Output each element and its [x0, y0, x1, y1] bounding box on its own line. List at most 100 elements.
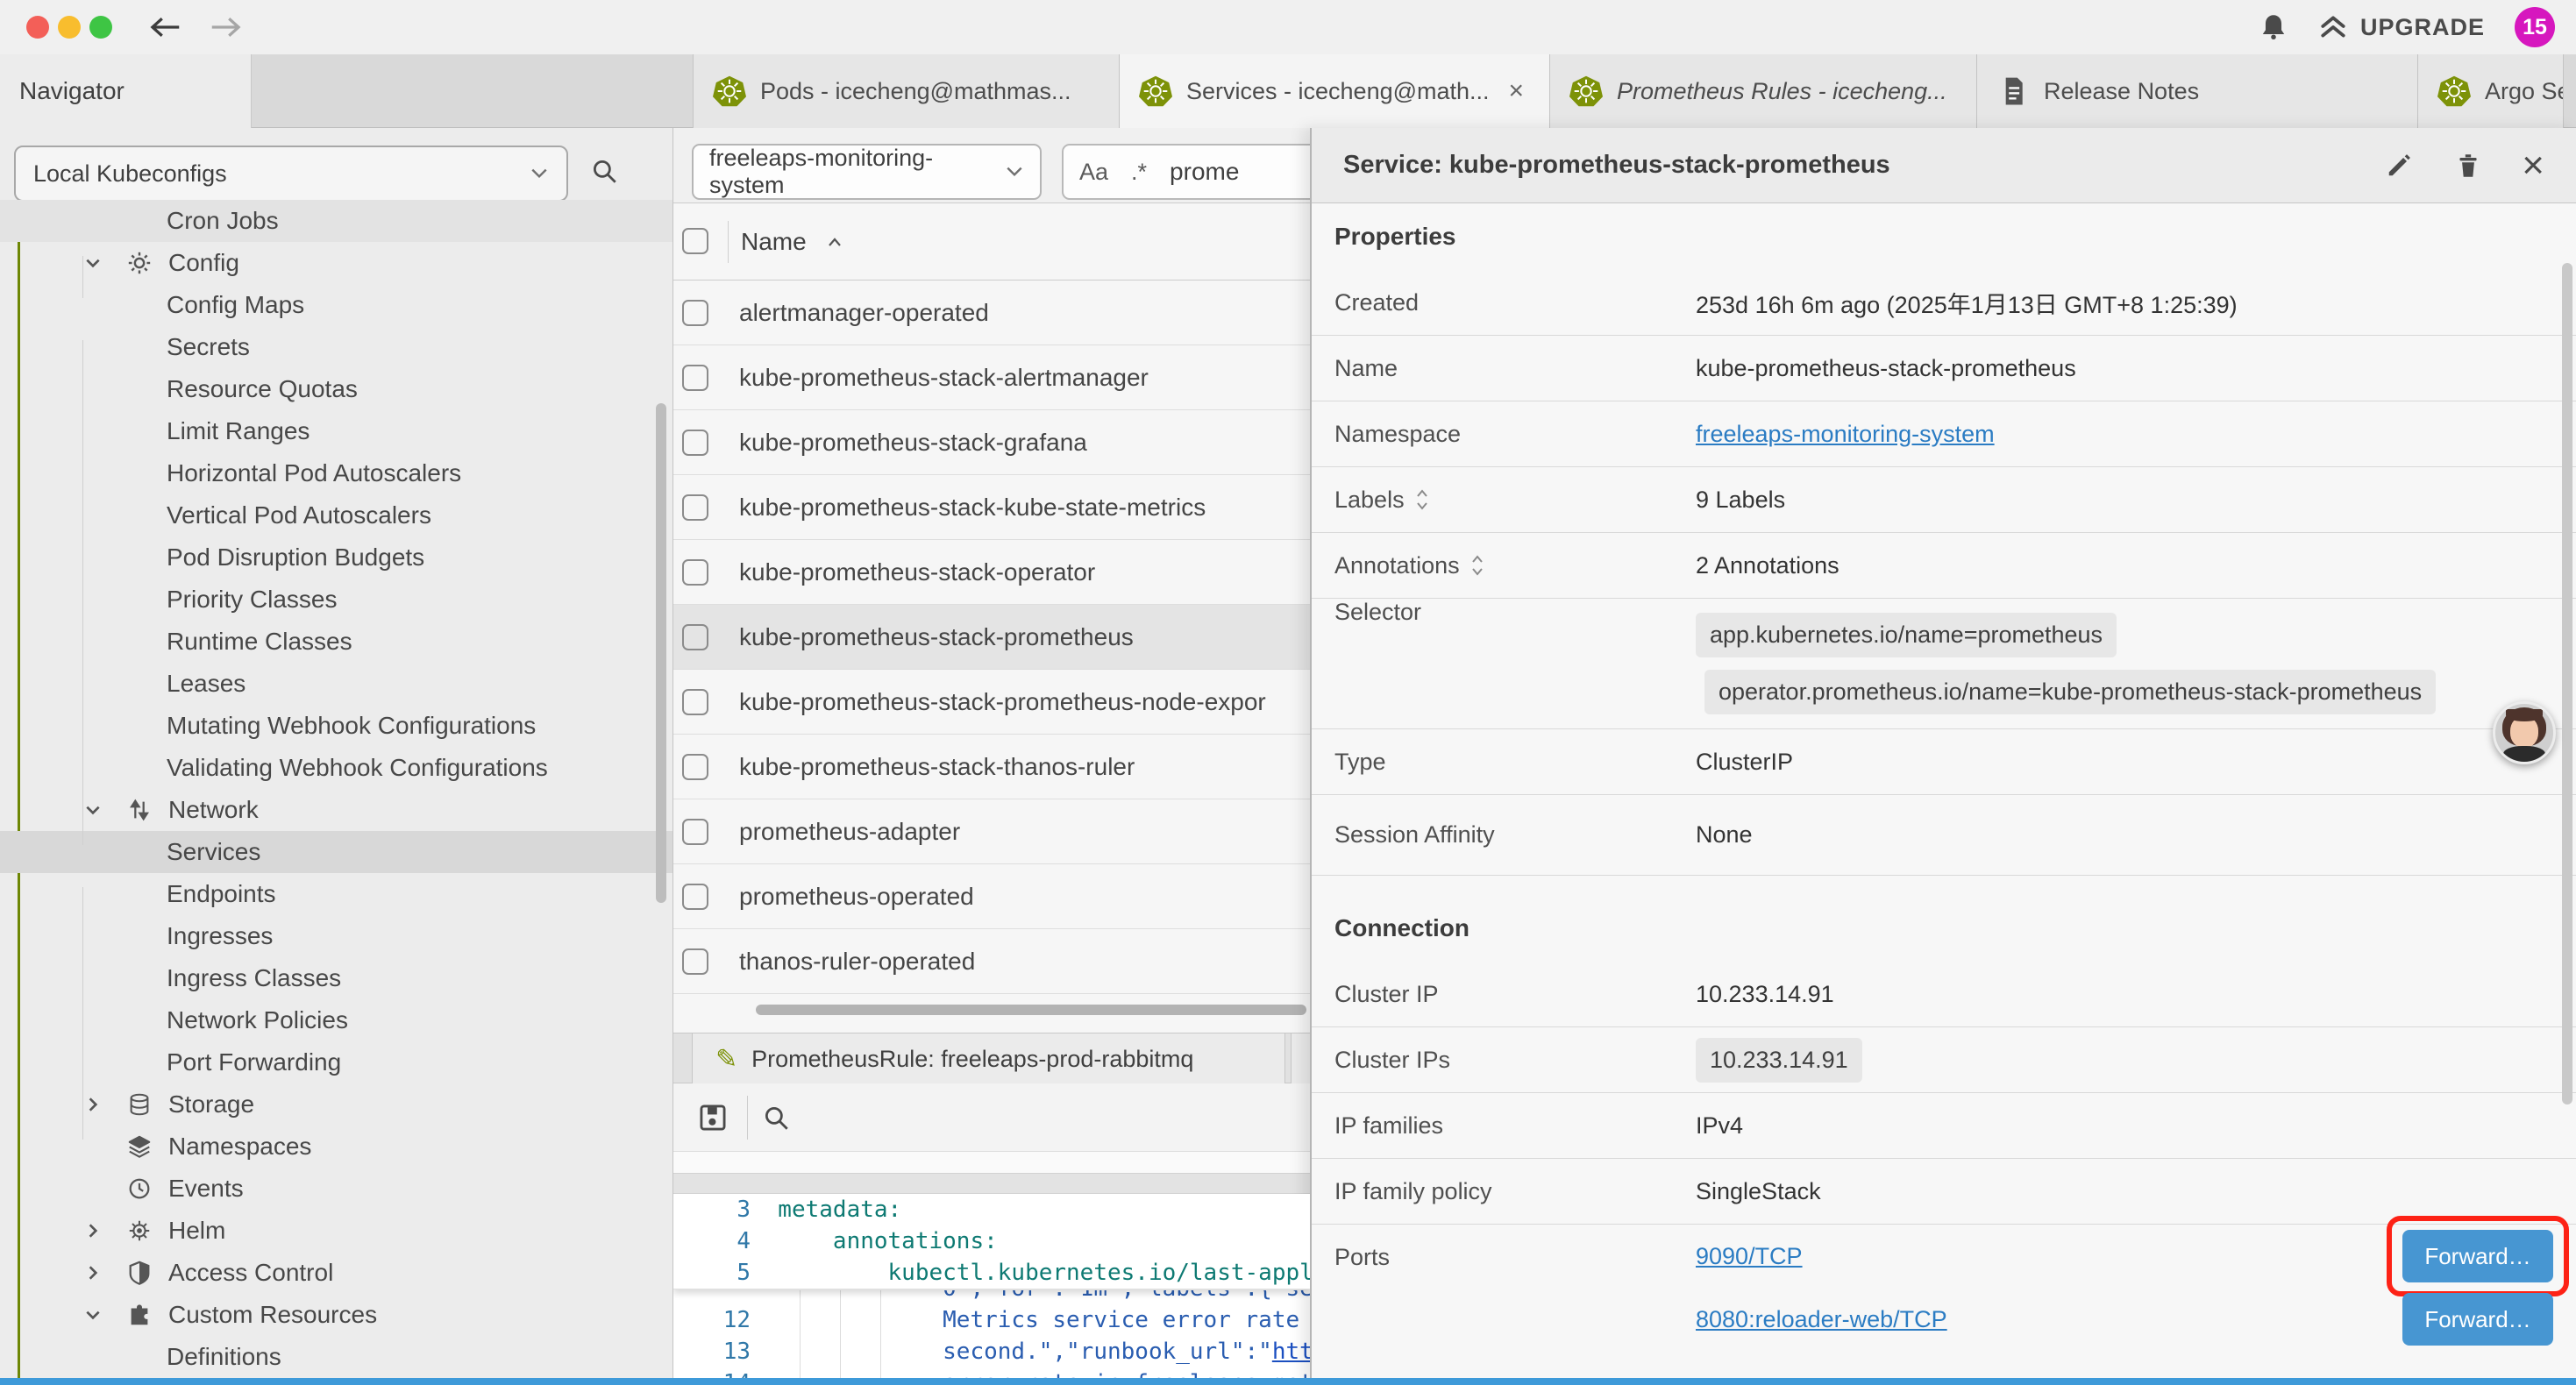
sidebar-item-storage[interactable]: Storage	[0, 1083, 673, 1126]
editor-search-icon[interactable]	[761, 1103, 791, 1133]
chevron-right-icon[interactable]	[84, 1222, 126, 1239]
close-icon[interactable]: ×	[2522, 146, 2544, 185]
row-checkbox[interactable]	[682, 430, 708, 456]
sidebar-item-endpoints[interactable]: Endpoints	[0, 873, 673, 915]
edit-pencil-icon[interactable]	[2383, 150, 2415, 181]
sidebar-item-ingress-classes[interactable]: Ingress Classes	[0, 957, 673, 999]
row-checkbox[interactable]	[682, 884, 708, 910]
forward-button[interactable]: Forward…	[2402, 1293, 2553, 1346]
traffic-light-close-icon[interactable]	[26, 16, 49, 39]
sidebar-item-secrets[interactable]: Secrets	[0, 326, 673, 368]
chevron-down-icon[interactable]	[84, 1306, 126, 1324]
user-avatar[interactable]	[2493, 701, 2556, 764]
table-row[interactable]: kube-prometheus-stack-prometheus-node-ex…	[673, 670, 1310, 735]
sidebar-item-config[interactable]: Config	[0, 242, 673, 284]
sidebar-item-mutating-webhook-configurations[interactable]: Mutating Webhook Configurations	[0, 705, 673, 747]
tab-argo-se[interactable]: Argo Se	[2418, 54, 2564, 128]
search-input[interactable]: Aa .* prome	[1062, 144, 1310, 200]
sidebar-search-icon[interactable]	[589, 156, 619, 186]
namespace-link[interactable]: freeleaps-monitoring-system	[1696, 421, 1995, 448]
row-checkbox[interactable]	[682, 819, 708, 845]
tab-services-icecheng-math[interactable]: Services - icecheng@math...×	[1120, 54, 1550, 128]
horizontal-scrollbar[interactable]	[756, 1005, 1306, 1015]
tab-pods-icecheng-mathmas[interactable]: Pods - icecheng@mathmas...	[693, 54, 1120, 128]
sidebar-item-network[interactable]: Network	[0, 789, 673, 831]
sidebar-item-leases[interactable]: Leases	[0, 663, 673, 705]
sidebar-item-custom-resources[interactable]: Custom Resources	[0, 1294, 673, 1336]
sidebar-scrollbar[interactable]	[656, 403, 666, 903]
sidebar-item-pod-disruption-budgets[interactable]: Pod Disruption Budgets	[0, 536, 673, 579]
sidebar-item-validating-webhook-configurations[interactable]: Validating Webhook Configurations	[0, 747, 673, 789]
row-checkbox[interactable]	[682, 365, 708, 391]
namespace-select[interactable]: freeleaps-monitoring-system	[692, 144, 1042, 200]
sidebar-item-namespaces[interactable]: Namespaces	[0, 1126, 673, 1168]
sidebar-item-config-maps[interactable]: Config Maps	[0, 284, 673, 326]
delete-trash-icon[interactable]	[2453, 151, 2483, 181]
table-row[interactable]: prometheus-adapter	[673, 799, 1310, 864]
notification-count-badge[interactable]: 15	[2515, 7, 2555, 47]
row-checkbox[interactable]	[682, 948, 708, 975]
sidebar-item-events[interactable]: Events	[0, 1168, 673, 1210]
dock-tab-prometheusrule[interactable]: ✎ PrometheusRule: freeleaps-prod-rabbitm…	[692, 1033, 1285, 1084]
sidebar-item-resource-quotas[interactable]: Resource Quotas	[0, 368, 673, 410]
row-checkbox[interactable]	[682, 300, 708, 326]
table-row[interactable]: kube-prometheus-stack-alertmanager	[673, 345, 1310, 410]
match-case-toggle[interactable]: Aa	[1079, 159, 1108, 186]
tab-prometheus-rules-icecheng[interactable]: Prometheus Rules - icecheng...	[1550, 54, 1977, 128]
tab-release-notes[interactable]: Release Notes	[1977, 54, 2418, 128]
navigator-panel-tab[interactable]: Navigator	[0, 54, 252, 128]
dock-tab-next[interactable]: ✎	[1291, 1033, 1310, 1084]
chevron-right-icon[interactable]	[84, 1096, 126, 1113]
sidebar-item-cron-jobs[interactable]: Cron Jobs	[0, 200, 673, 242]
regex-toggle[interactable]: .*	[1131, 159, 1147, 186]
sort-toggle-icon[interactable]	[1415, 488, 1429, 511]
code-link[interactable]: https://net	[1272, 1339, 1310, 1365]
sidebar-item-ingresses[interactable]: Ingresses	[0, 915, 673, 957]
sidebar-item-runtime-classes[interactable]: Runtime Classes	[0, 621, 673, 663]
table-row[interactable]: kube-prometheus-stack-prometheus	[673, 605, 1310, 670]
table-row[interactable]: prometheus-operated	[673, 864, 1310, 929]
detail-label: Annotations	[1334, 552, 1696, 579]
save-icon[interactable]	[696, 1101, 729, 1134]
name-column-header[interactable]: Name	[741, 203, 843, 281]
row-checkbox[interactable]	[682, 754, 708, 780]
table-row[interactable]: kube-prometheus-stack-thanos-ruler	[673, 735, 1310, 799]
sidebar-item-services[interactable]: Services	[0, 831, 673, 873]
traffic-light-minimize-icon[interactable]	[58, 16, 81, 39]
kubeconfig-select[interactable]: Local Kubeconfigs	[14, 146, 568, 202]
sidebar-item-horizontal-pod-autoscalers[interactable]: Horizontal Pod Autoscalers	[0, 452, 673, 494]
sidebar-item-definitions[interactable]: Definitions	[0, 1336, 673, 1378]
table-row[interactable]: thanos-ruler-operated	[673, 929, 1310, 994]
sidebar-item-priority-classes[interactable]: Priority Classes	[0, 579, 673, 621]
drawer-scrollbar[interactable]	[2562, 263, 2572, 1104]
upgrade-button[interactable]: UPGRADE	[2318, 12, 2485, 42]
sort-toggle-icon[interactable]	[1470, 554, 1484, 577]
sidebar-item-vertical-pod-autoscalers[interactable]: Vertical Pod Autoscalers	[0, 494, 673, 536]
select-all-checkbox[interactable]	[682, 228, 708, 254]
row-checkbox[interactable]	[682, 494, 708, 521]
chevron-down-icon[interactable]	[84, 254, 126, 272]
forward-button[interactable]: Forward…	[2402, 1230, 2553, 1282]
table-row[interactable]: alertmanager-operated	[673, 281, 1310, 345]
yaml-editor[interactable]: 0","for":"1m","labels":{"service":" 12 M…	[673, 1194, 1310, 1378]
table-row[interactable]: kube-prometheus-stack-grafana	[673, 410, 1310, 475]
notifications-bell-icon[interactable]	[2259, 12, 2288, 42]
port-link[interactable]: 8080:reloader-web/TCP	[1696, 1306, 2402, 1333]
forward-arrow-icon[interactable]	[209, 16, 244, 39]
sidebar-item-network-policies[interactable]: Network Policies	[0, 999, 673, 1041]
row-checkbox[interactable]	[682, 559, 708, 586]
table-row[interactable]: kube-prometheus-stack-kube-state-metrics	[673, 475, 1310, 540]
traffic-light-zoom-icon[interactable]	[89, 16, 112, 39]
sidebar-item-limit-ranges[interactable]: Limit Ranges	[0, 410, 673, 452]
tab-close-icon[interactable]: ×	[1509, 76, 1525, 106]
chevron-right-icon[interactable]	[84, 1264, 126, 1282]
row-checkbox[interactable]	[682, 689, 708, 715]
port-link[interactable]: 9090/TCP	[1696, 1243, 2402, 1270]
chevron-down-icon[interactable]	[84, 801, 126, 819]
sidebar-item-access-control[interactable]: Access Control	[0, 1252, 673, 1294]
sidebar-item-port-forwarding[interactable]: Port Forwarding	[0, 1041, 673, 1083]
table-row[interactable]: kube-prometheus-stack-operator	[673, 540, 1310, 605]
sidebar-item-helm[interactable]: Helm	[0, 1210, 673, 1252]
back-arrow-icon[interactable]	[147, 16, 182, 39]
row-checkbox[interactable]	[682, 624, 708, 650]
